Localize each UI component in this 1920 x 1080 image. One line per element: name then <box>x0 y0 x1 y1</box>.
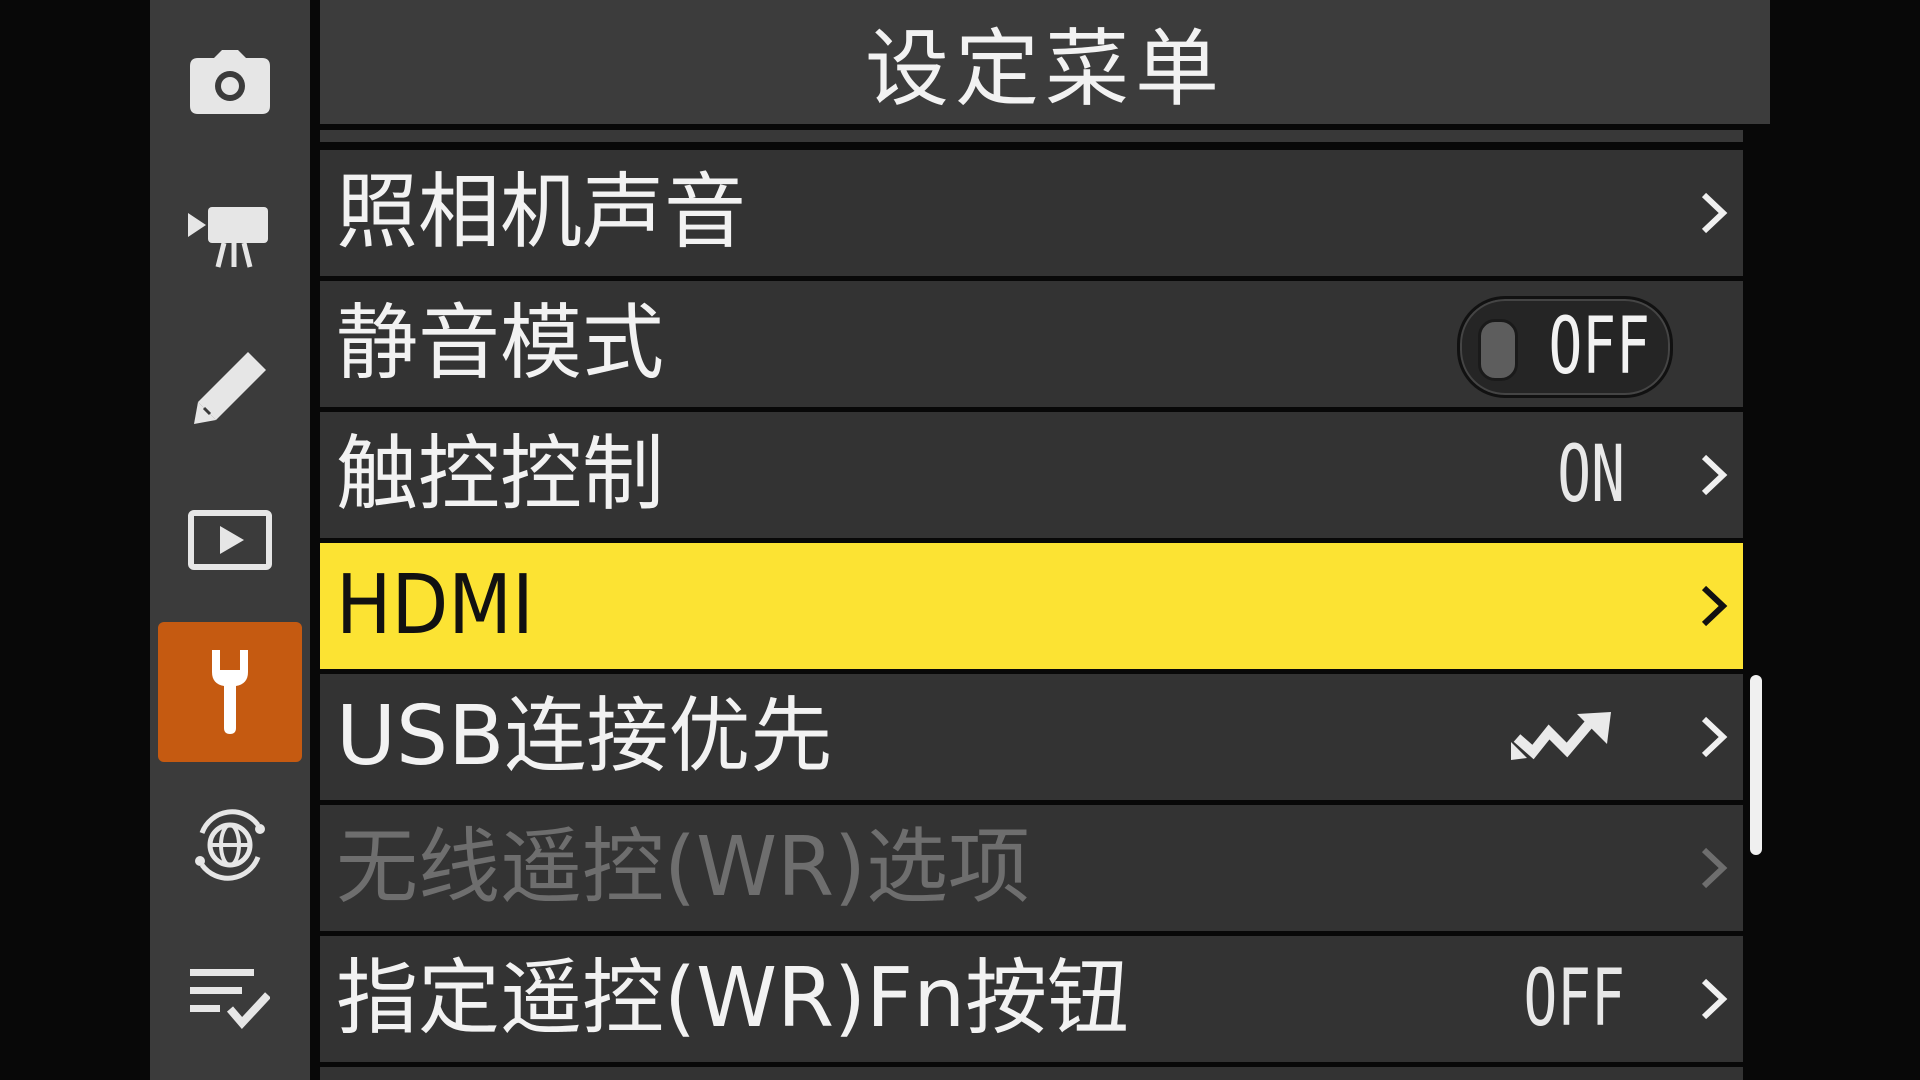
toggle-knob <box>1478 319 1518 381</box>
camera-menu-screen: 设定菜单 照相机声音 静音模式 OFF 触控控制 ON HDMI USB连接优先 <box>0 0 1920 1080</box>
tab-my-menu[interactable] <box>158 928 302 1068</box>
menu-header: 设定菜单 <box>320 0 1770 124</box>
header-divider <box>320 130 1743 142</box>
toggle-state-label: OFF <box>1548 302 1650 392</box>
tab-custom-settings[interactable] <box>158 318 302 458</box>
menu-item-camera-sounds[interactable]: 照相机声音 <box>320 150 1743 276</box>
movie-camera-icon <box>188 207 268 268</box>
tab-network[interactable] <box>158 775 302 915</box>
menu-item-label: HDMI <box>336 558 534 653</box>
menu-item-label: 照相机声音 <box>336 165 747 260</box>
tab-playback[interactable] <box>158 470 302 610</box>
pencil-icon <box>194 352 266 424</box>
network-globe-icon <box>195 809 265 881</box>
wrench-icon <box>212 650 248 734</box>
silent-mode-toggle[interactable]: OFF <box>1457 296 1673 398</box>
menu-item-partial <box>320 1067 1743 1080</box>
menu-item-assign-remote-fn-button[interactable]: 指定遥控(WR)Fn按钮 OFF <box>320 936 1743 1062</box>
menu-item-label: 指定遥控(WR)Fn按钮 <box>336 951 1130 1046</box>
menu-item-label: 静音模式 <box>336 296 665 391</box>
chevron-right-icon <box>1701 192 1728 234</box>
menu-item-touch-controls[interactable]: 触控控制 ON <box>320 412 1743 538</box>
menu-item-value: OFF <box>1523 954 1625 1044</box>
menu-item-value: ON <box>1557 430 1625 520</box>
menu-item-hdmi[interactable]: HDMI <box>320 543 1743 669</box>
tab-movie-recording[interactable] <box>158 165 302 305</box>
menu-scrollbar[interactable] <box>1750 675 1762 855</box>
menu-item-silent-mode[interactable]: 静音模式 OFF <box>320 281 1743 407</box>
my-menu-icon <box>190 969 270 1030</box>
chevron-right-icon <box>1701 585 1728 627</box>
camera-icon <box>190 50 270 114</box>
usb-connection-icon <box>1511 712 1611 760</box>
menu-item-usb-connection-priority[interactable]: USB连接优先 <box>320 674 1743 800</box>
page-title: 设定菜单 <box>864 19 1225 118</box>
chevron-right-icon <box>1701 847 1728 889</box>
chevron-right-icon <box>1701 454 1728 496</box>
tab-photo-shooting[interactable] <box>158 12 302 152</box>
chevron-right-icon <box>1701 978 1728 1020</box>
tab-setup[interactable] <box>158 622 302 762</box>
menu-item-label: 触控控制 <box>336 427 665 522</box>
menu-item-label: 无线遥控(WR)选项 <box>336 820 1031 915</box>
menu-item-label: USB连接优先 <box>336 689 833 784</box>
menu-sidebar <box>150 0 310 1080</box>
playback-icon <box>188 510 272 570</box>
chevron-right-icon <box>1701 716 1728 758</box>
menu-item-wireless-remote-options: 无线遥控(WR)选项 <box>320 805 1743 931</box>
